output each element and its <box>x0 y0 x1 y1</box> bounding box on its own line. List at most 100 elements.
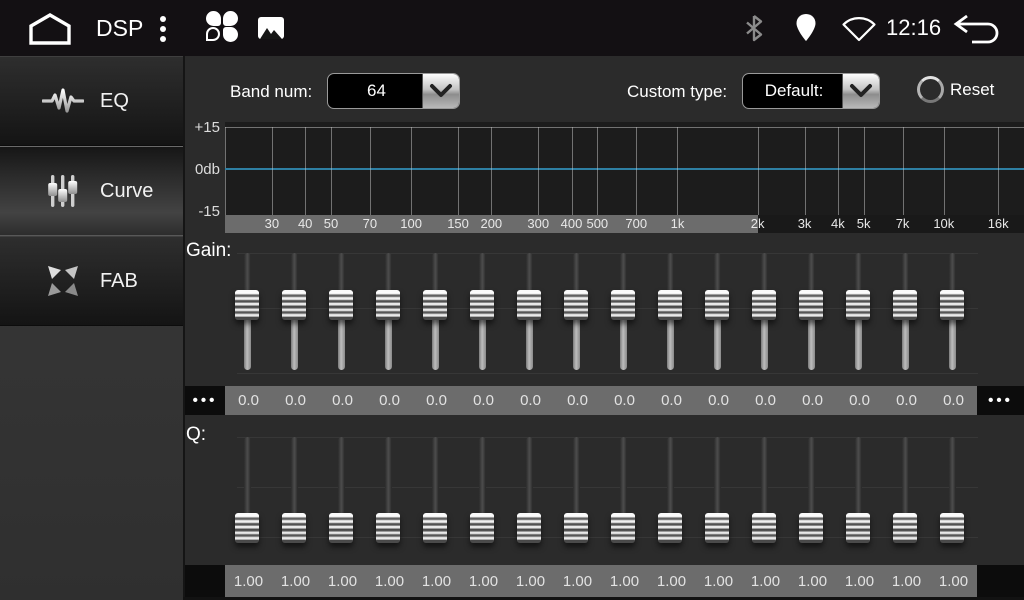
q-values-strip: 1.001.001.001.001.001.001.001.001.001.00… <box>225 565 977 597</box>
gain-slider[interactable] <box>788 246 835 378</box>
gain-more-left-button[interactable]: ••• <box>185 386 225 415</box>
q-slider-thumb[interactable] <box>235 513 259 543</box>
q-slider-thumb[interactable] <box>611 513 635 543</box>
q-value: 1.00 <box>930 573 977 590</box>
q-slider-thumb[interactable] <box>752 513 776 543</box>
gain-slider[interactable] <box>600 246 647 378</box>
clock: 12:16 <box>886 0 941 56</box>
gain-slider-thumb[interactable] <box>376 290 400 320</box>
chevron-down-icon[interactable] <box>842 74 879 108</box>
sidebar-item-curve[interactable]: Curve <box>0 146 183 236</box>
eq-curve-plot[interactable] <box>225 122 1024 215</box>
sliders-icon <box>40 172 86 210</box>
q-slider-thumb[interactable] <box>705 513 729 543</box>
wifi-icon[interactable] <box>840 16 878 42</box>
grid-line <box>572 127 573 215</box>
gain-slider-thumb[interactable] <box>423 290 447 320</box>
q-slider-thumb[interactable] <box>376 513 400 543</box>
gain-slider[interactable] <box>224 246 271 378</box>
gain-slider-thumb[interactable] <box>658 290 682 320</box>
q-slider[interactable] <box>882 430 929 565</box>
bluetooth-icon[interactable] <box>744 14 764 42</box>
q-slider[interactable] <box>647 430 694 565</box>
home-icon[interactable] <box>26 12 74 45</box>
frequency-axis[interactable]: 304050701001502003004005007001k2k3k4k5k7… <box>225 215 1024 233</box>
gain-slider-thumb[interactable] <box>282 290 306 320</box>
grid-line <box>636 127 637 215</box>
chevron-down-icon[interactable] <box>422 74 459 108</box>
sidebar-item-eq[interactable]: EQ <box>0 56 183 146</box>
gain-slider[interactable] <box>412 246 459 378</box>
gain-slider[interactable] <box>506 246 553 378</box>
grid-line-left <box>225 127 226 215</box>
custom-type-dropdown[interactable]: Default: <box>742 73 880 109</box>
back-icon[interactable] <box>952 14 1004 44</box>
gain-slider-thumb[interactable] <box>517 290 541 320</box>
gain-slider[interactable] <box>835 246 882 378</box>
q-slider-thumb[interactable] <box>564 513 588 543</box>
grid-line <box>864 127 865 215</box>
q-slider-thumb[interactable] <box>799 513 823 543</box>
q-more-right-button[interactable] <box>977 565 1024 597</box>
q-value: 1.00 <box>507 573 554 590</box>
q-slider[interactable] <box>271 430 318 565</box>
q-slider-thumb[interactable] <box>329 513 353 543</box>
q-slider[interactable] <box>459 430 506 565</box>
reset-radio-icon[interactable] <box>917 76 944 103</box>
q-slider-thumb[interactable] <box>423 513 447 543</box>
sidebar-item-fab[interactable]: FAB <box>0 236 183 326</box>
gain-slider-thumb[interactable] <box>329 290 353 320</box>
gain-slider[interactable] <box>459 246 506 378</box>
q-slider[interactable] <box>600 430 647 565</box>
band-num-dropdown[interactable]: 64 <box>327 73 460 109</box>
gain-more-right-button[interactable]: ••• <box>977 386 1024 415</box>
gain-slider-thumb[interactable] <box>940 290 964 320</box>
gain-value: 0.0 <box>601 392 648 409</box>
gain-slider-thumb[interactable] <box>611 290 635 320</box>
gain-slider[interactable] <box>741 246 788 378</box>
q-slider-thumb[interactable] <box>846 513 870 543</box>
q-slider[interactable] <box>741 430 788 565</box>
q-slider[interactable] <box>224 430 271 565</box>
q-slider[interactable] <box>506 430 553 565</box>
q-more-left-button[interactable] <box>185 565 225 597</box>
grid-line <box>272 127 273 215</box>
overflow-menu-icon[interactable] <box>160 12 166 46</box>
gain-slider[interactable] <box>647 246 694 378</box>
q-slider-thumb[interactable] <box>940 513 964 543</box>
gain-slider[interactable] <box>553 246 600 378</box>
gain-slider-thumb[interactable] <box>846 290 870 320</box>
gain-slider[interactable] <box>882 246 929 378</box>
gallery-icon[interactable] <box>258 17 284 39</box>
reset-label[interactable]: Reset <box>950 80 994 100</box>
gain-slider-thumb[interactable] <box>470 290 494 320</box>
gain-slider[interactable] <box>929 246 976 378</box>
q-slider[interactable] <box>553 430 600 565</box>
q-slider-thumb[interactable] <box>893 513 917 543</box>
gain-slider[interactable] <box>318 246 365 378</box>
gain-slider[interactable] <box>694 246 741 378</box>
q-slider[interactable] <box>929 430 976 565</box>
gain-slider-thumb[interactable] <box>705 290 729 320</box>
q-slider-thumb[interactable] <box>470 513 494 543</box>
gain-slider-thumb[interactable] <box>799 290 823 320</box>
q-slider[interactable] <box>318 430 365 565</box>
gain-slider-thumb[interactable] <box>893 290 917 320</box>
q-slider-thumb[interactable] <box>658 513 682 543</box>
gain-slider[interactable] <box>365 246 412 378</box>
q-slider-thumb[interactable] <box>517 513 541 543</box>
gain-slider[interactable] <box>271 246 318 378</box>
q-value: 1.00 <box>225 573 272 590</box>
q-slider[interactable] <box>694 430 741 565</box>
gain-slider-thumb[interactable] <box>235 290 259 320</box>
q-slider[interactable] <box>365 430 412 565</box>
custom-type-value: Default: <box>743 74 845 108</box>
gain-slider-thumb[interactable] <box>564 290 588 320</box>
gain-slider-thumb[interactable] <box>752 290 776 320</box>
q-slider[interactable] <box>835 430 882 565</box>
q-slider[interactable] <box>412 430 459 565</box>
q-slider-thumb[interactable] <box>282 513 306 543</box>
location-icon[interactable] <box>794 13 818 43</box>
apps-clover-icon[interactable] <box>206 11 239 42</box>
q-slider[interactable] <box>788 430 835 565</box>
